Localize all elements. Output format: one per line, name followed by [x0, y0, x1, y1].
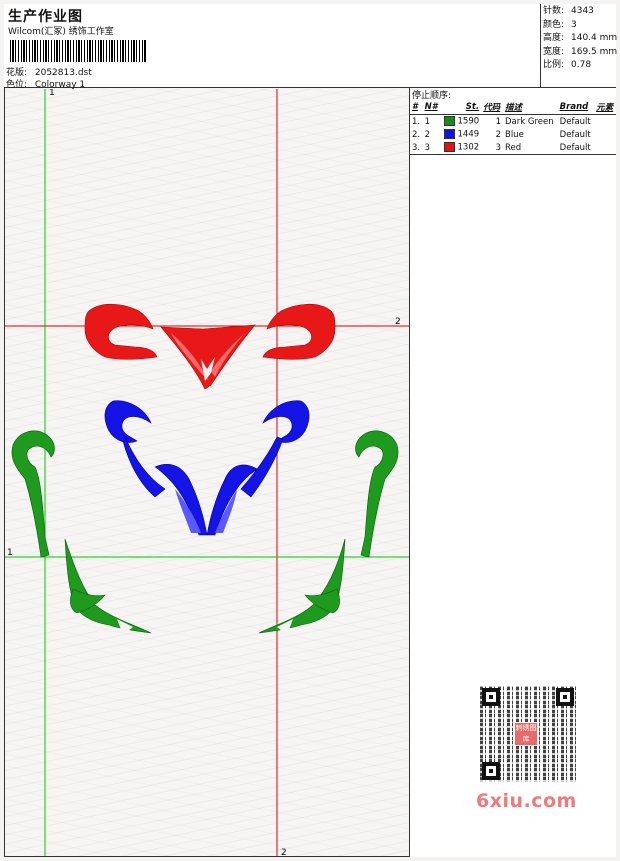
- red-left-swirl: [84, 303, 158, 360]
- col-stitches: St.: [440, 100, 482, 115]
- qr-logo: 刺绣图库: [514, 722, 538, 746]
- color-swatch: [443, 129, 455, 140]
- col-code: 代码: [481, 100, 503, 115]
- barcode: [10, 40, 146, 62]
- green-right-hook: [355, 430, 399, 558]
- green-left-hook: [11, 430, 55, 558]
- stat-width: 宽度: 169.5 mm: [543, 46, 618, 57]
- watermark-text: 6xiu.com: [476, 790, 577, 812]
- stats-panel: 针数: 4343 颜色: 3 高度: 140.4 mm 宽度: 169.5 mm 比例:…: [541, 4, 618, 88]
- color-table: # N# St. 代码 描述 Brand 元素 1. 1 1590 1 Dark…: [410, 100, 616, 155]
- guide-label-red-v: 2: [281, 848, 287, 856]
- stat-height: 高度: 140.4 mm: [543, 33, 618, 43]
- col-brand: Brand: [557, 100, 595, 115]
- guide-label-green-h: 1: [7, 548, 13, 558]
- color-swatch: [443, 116, 455, 127]
- col-desc: 描述: [502, 100, 558, 115]
- company-name: Wilcom(汇冢) 绣饰工作室: [8, 27, 114, 37]
- guide-label-red-h: 2: [395, 317, 401, 327]
- page-title: 生产作业图: [8, 9, 83, 25]
- col-idx: #: [410, 100, 423, 115]
- col-n: N#: [422, 100, 441, 115]
- color-swatch: [443, 142, 455, 153]
- motif-blue: [104, 400, 310, 536]
- green-left-wing: [64, 538, 152, 634]
- qr-finder: [556, 688, 574, 706]
- col-element: 元素: [594, 100, 616, 115]
- header-info: 生产作业图 Wilcom(汇冢) 绣饰工作室 花版: 2052813.dst 色…: [4, 4, 541, 90]
- table-row[interactable]: 2. 2 1449 2 Blue Default: [410, 128, 616, 141]
- table-row[interactable]: 1. 1 1590 1 Dark Green Default: [410, 115, 616, 129]
- green-right-wing: [258, 538, 346, 634]
- blue-right-hook: [262, 400, 310, 443]
- stat-stitches: 针数: 4343: [543, 6, 594, 16]
- motif-red: [84, 303, 336, 390]
- red-right-swirl: [262, 303, 336, 360]
- stat-colors: 颜色: 3: [543, 19, 577, 30]
- qr-finder: [482, 762, 500, 780]
- embroidery-preview: 1 1 2 2: [5, 89, 409, 856]
- design-canvas[interactable]: 1 1 2 2: [5, 89, 409, 856]
- table-row[interactable]: 3. 3 1302 3 Red Default: [410, 141, 616, 155]
- blue-left-hook: [104, 400, 152, 443]
- qr-finder: [482, 688, 500, 706]
- stat-scale: 比例: 0.78: [543, 60, 592, 70]
- guide-label-green-v: 1: [49, 89, 55, 98]
